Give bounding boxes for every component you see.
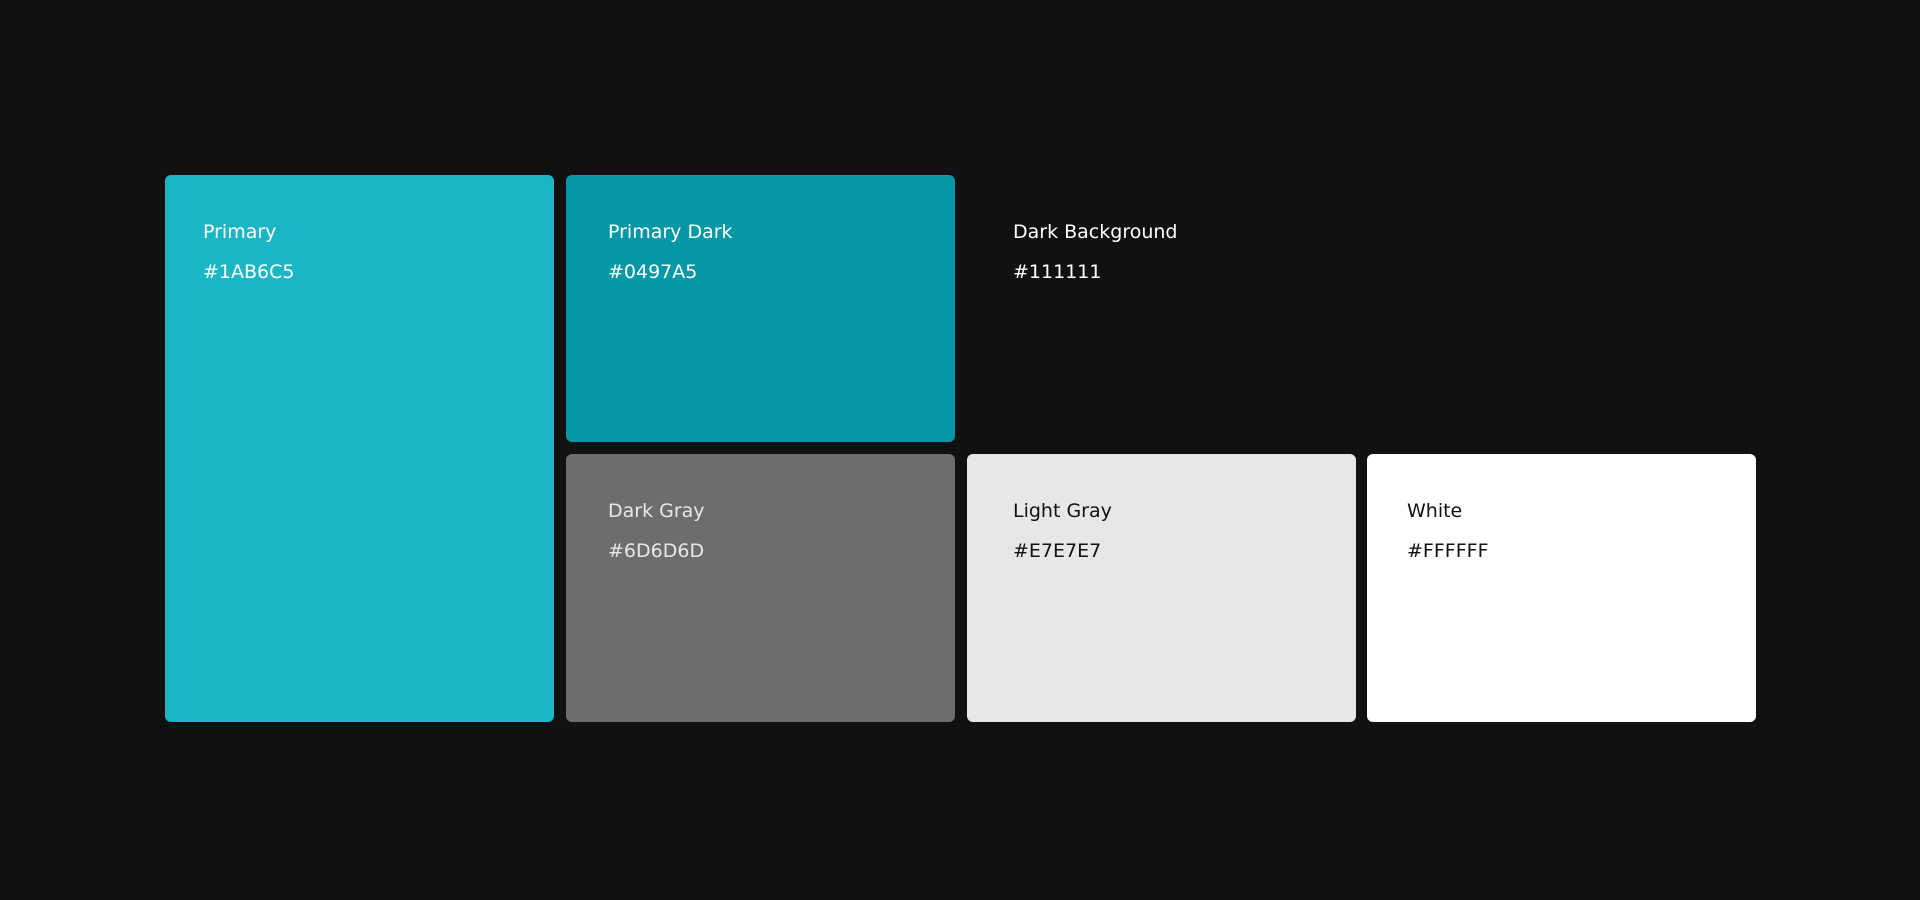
- swatch-dark-background: Dark Background #111111: [967, 175, 1356, 442]
- swatch-hex: #1AB6C5: [203, 261, 295, 283]
- swatch-hex: #6D6D6D: [608, 540, 705, 562]
- swatch-name: Primary Dark: [608, 221, 733, 243]
- swatch-hex: #FFFFFF: [1407, 540, 1489, 562]
- swatch-light-gray: Light Gray #E7E7E7: [967, 454, 1356, 722]
- swatch-name: Dark Gray: [608, 500, 705, 522]
- color-palette: Primary #1AB6C5 Primary Dark #0497A5 Dar…: [0, 0, 1920, 900]
- swatch-name: Dark Background: [1013, 221, 1178, 243]
- swatch-name: White: [1407, 500, 1463, 522]
- swatch-name: Primary: [203, 221, 277, 243]
- swatch-name: Light Gray: [1013, 500, 1112, 522]
- swatch-hex: #111111: [1013, 261, 1102, 283]
- swatch-dark-gray: Dark Gray #6D6D6D: [566, 454, 955, 722]
- swatch-hex: #0497A5: [608, 261, 698, 283]
- swatch-primary-dark: Primary Dark #0497A5: [566, 175, 955, 442]
- swatch-hex: #E7E7E7: [1013, 540, 1102, 562]
- swatch-primary: Primary #1AB6C5: [165, 175, 554, 722]
- swatch-white: White #FFFFFF: [1367, 454, 1756, 722]
